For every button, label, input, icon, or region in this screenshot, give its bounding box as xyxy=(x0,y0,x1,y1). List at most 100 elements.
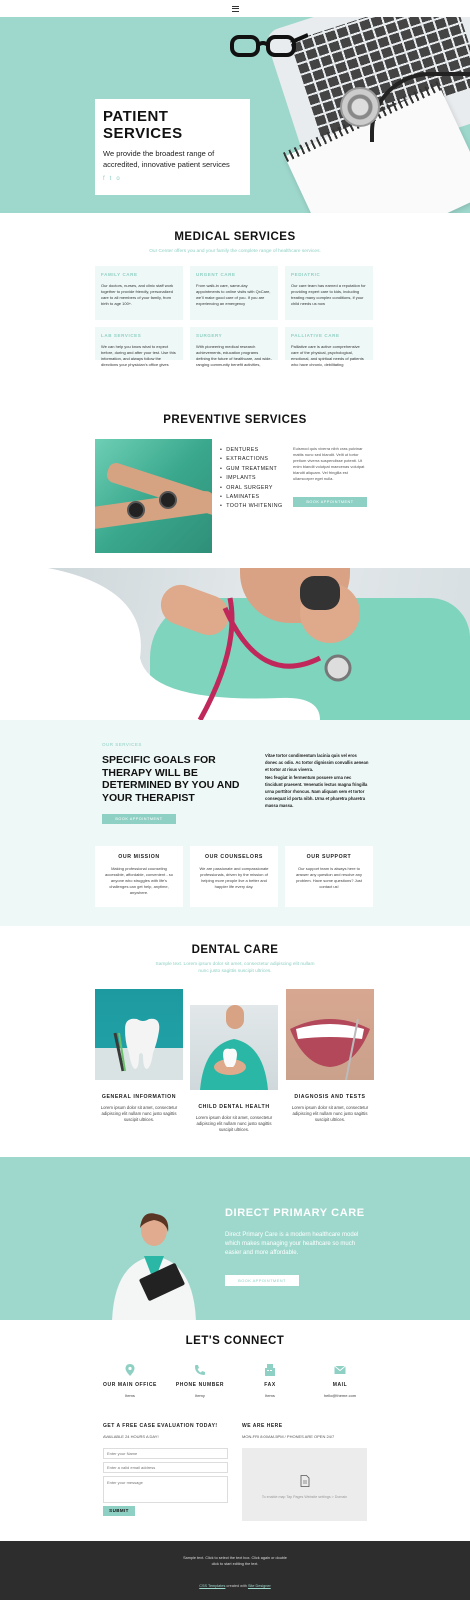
list-item: IMPLANTS xyxy=(220,474,283,483)
list-item: EXTRACTIONS xyxy=(220,455,283,464)
dental-care-title: DENTAL CARE xyxy=(191,944,279,956)
map-text: To enable map Tap Pages Website settings… xyxy=(261,1495,348,1499)
card-title: SURGERY xyxy=(196,333,223,338)
caption-title: DIAGNOSIS AND TESTS xyxy=(294,1094,366,1100)
dental-caption: CHILD DENTAL HEALTH Lorem ipsum dolor sit… xyxy=(190,1104,278,1133)
card-title: PEDIATRIC xyxy=(291,272,321,277)
contact-title: MAIL xyxy=(332,1382,348,1388)
caption-title: GENERAL INFORMATION xyxy=(101,1094,177,1100)
footer-text: Sample text. Click to select the text bo… xyxy=(183,1556,287,1566)
form-subtitle: AVAILABLE 24 HOURS A DAY! xyxy=(103,1434,159,1439)
contact-title: PHONE NUMBER xyxy=(175,1382,225,1388)
doctor-tooth-image xyxy=(190,1005,278,1090)
email-input[interactable] xyxy=(103,1462,228,1473)
top-nav xyxy=(0,0,470,17)
caption-text: Lorem ipsum dolor sit amet, consectetur … xyxy=(100,1105,178,1122)
box-title: OUR MISSION xyxy=(118,854,160,860)
box-text: Making professional counseling accessibl… xyxy=(105,866,173,895)
preventive-services-title: PREVENTIVE SERVICES xyxy=(163,414,307,426)
contact-mail: MAIL hello@theme.com xyxy=(300,1364,380,1398)
doctor-banner xyxy=(0,568,470,720)
contact-value: Items xyxy=(265,1393,275,1398)
phone-icon xyxy=(194,1364,206,1376)
goals-title: SPECIFIC GOALS FOR THERAPY WILL BE DETER… xyxy=(102,754,240,804)
service-card: LAB SERVICES We can help you know what to… xyxy=(95,327,183,367)
facebook-icon[interactable]: f xyxy=(103,176,105,183)
card-text: Our care team has earned a reputation fo… xyxy=(291,283,366,306)
name-input[interactable] xyxy=(103,1448,228,1459)
hero-card: PATIENT SERVICES We provide the broadest … xyxy=(95,99,250,195)
footer: Sample text. Click to select the text bo… xyxy=(0,1541,470,1600)
list-item: DENTURES xyxy=(220,446,283,455)
hero-text: We provide the broadest range of accredi… xyxy=(103,149,230,169)
banner-wave xyxy=(0,568,352,720)
fax-icon xyxy=(264,1364,276,1376)
book-appointment-button[interactable]: BOOK APPOINTMENT xyxy=(102,814,176,824)
book-appointment-button[interactable]: BOOK APPOINTMENT xyxy=(225,1275,299,1286)
location-pin-icon xyxy=(124,1364,136,1376)
hamburger-menu-icon[interactable] xyxy=(231,5,239,12)
dental-care-subtitle: Sample text. Lorem ipsum dolor sit amet,… xyxy=(155,962,315,974)
dental-caption: DIAGNOSIS AND TESTS Lorem ipsum dolor sit… xyxy=(286,1094,374,1123)
contact-value: Items xyxy=(125,1393,135,1398)
glasses-image xyxy=(230,33,308,57)
css-templates-link[interactable]: CSS Templates xyxy=(199,1584,225,1588)
contact-value[interactable]: hello@theme.com xyxy=(300,1393,380,1398)
primary-care-text: Direct Primary Care is a modern healthca… xyxy=(225,1232,359,1256)
doctor-arms-image xyxy=(95,439,212,553)
service-card: FAMILY CARE Our doctors, nurses, and clin… xyxy=(95,266,183,320)
nurse-image xyxy=(112,1213,196,1320)
instagram-icon[interactable]: o xyxy=(116,176,119,183)
medical-services-subtitle: Our Center offers you and your family th… xyxy=(149,249,321,254)
form-title: GET A FREE CASE EVALUATION TODAY! xyxy=(103,1423,218,1429)
list-item: GUM TREATMENT xyxy=(220,465,283,474)
contact-fax: FAX Items xyxy=(230,1364,310,1398)
contact-title: OUR MAIN OFFICE xyxy=(103,1382,157,1388)
card-title: URGENT CARE xyxy=(196,272,236,277)
contact-value: Itemy xyxy=(195,1393,205,1398)
twitter-icon[interactable]: t xyxy=(110,176,112,183)
list-item: TOOTH WHITENING xyxy=(220,502,283,511)
card-title: LAB SERVICES xyxy=(101,333,142,338)
caption-text: Lorem ipsum dolor sit amet, consectetur … xyxy=(291,1105,369,1122)
hours-text: MON-FRI 8:00AM-5PM / PHONES ARE OPEN 24/… xyxy=(242,1434,335,1439)
book-appointment-button[interactable]: BOOK APPOINTMENT xyxy=(293,497,367,507)
page: PATIENT SERVICES We provide the broadest … xyxy=(0,0,470,1600)
box-text: We are passionate and compassionate prof… xyxy=(199,866,269,889)
caption-title: CHILD DENTAL HEALTH xyxy=(198,1104,270,1110)
mail-icon xyxy=(334,1364,346,1376)
card-title: FAMILY CARE xyxy=(101,272,138,277)
footer-credit: CSS Templates created with Site Designer xyxy=(199,1584,271,1588)
social-links: f t o xyxy=(103,176,242,183)
hero-title: PATIENT SERVICES xyxy=(103,108,183,142)
site-designer-link[interactable]: Site Designer xyxy=(248,1584,271,1588)
box-title: OUR SUPPORT xyxy=(306,854,352,860)
submit-button[interactable]: SUBMIT xyxy=(103,1506,135,1516)
tooth-model-image xyxy=(95,989,183,1080)
card-text: With pioneering medical research achieve… xyxy=(196,344,272,367)
goals-paragraph-2: Nec feugiat in fermentum posuere urna ne… xyxy=(265,775,368,808)
service-card: URGENT CARE From walk-in care, same-day a… xyxy=(190,266,278,320)
connect-title: LET'S CONNECT xyxy=(185,1335,285,1347)
preventive-text: Euismod quis viverra nibh cras pulvinar … xyxy=(293,446,365,481)
stethoscope-image xyxy=(340,87,380,127)
goals-paragraph-1: Vitae tortor condimentum lacinia quis ve… xyxy=(265,753,369,772)
info-box: OUR SUPPORT Our support team is always he… xyxy=(285,846,373,907)
primary-care-section: DIRECT PRIMARY CARE Direct Primary Care … xyxy=(0,1157,470,1320)
message-input[interactable] xyxy=(103,1476,228,1503)
card-text: Our doctors, nurses, and clinic staff wo… xyxy=(101,283,174,306)
list-item: LAMINATES xyxy=(220,493,283,502)
service-card: SURGERY With pioneering medical research … xyxy=(190,327,278,367)
list-item: ORAL SURGERY xyxy=(220,484,283,493)
service-card: PEDIATRIC Our care team has earned a repu… xyxy=(285,266,373,320)
box-text: Our support team is always here to answe… xyxy=(295,866,363,889)
map-placeholder[interactable]: To enable map Tap Pages Website settings… xyxy=(242,1448,367,1521)
card-text: From walk-in care, same-day appointments… xyxy=(196,283,271,306)
card-text: Palliative care is active comprehensive … xyxy=(291,344,364,367)
smile-image xyxy=(286,989,374,1080)
contact-title: FAX xyxy=(264,1382,276,1388)
we-are-here-title: WE ARE HERE xyxy=(242,1423,283,1429)
goals-label: OUR SERVICES xyxy=(102,742,142,747)
contact-phone: PHONE NUMBER Itemy xyxy=(160,1364,240,1398)
service-card: PALLIATIVE CARE Palliative care is active… xyxy=(285,327,373,367)
